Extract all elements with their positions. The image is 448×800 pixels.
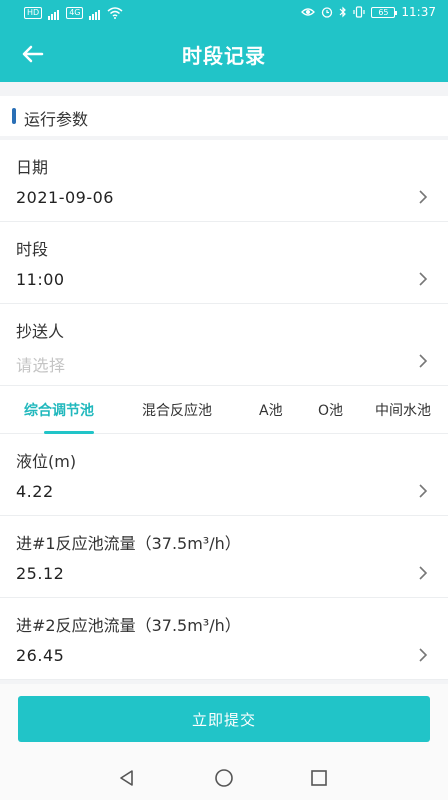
cc-placeholder: 请选择	[16, 356, 66, 375]
page-title: 时段记录	[182, 44, 266, 68]
cc-label: 抄送人	[16, 322, 65, 341]
param-label: 进#1反应池流量（37.5m³/h）	[16, 534, 241, 553]
nav-recents-icon[interactable]	[306, 766, 332, 790]
network-badge: 4G	[66, 7, 84, 19]
eye-icon	[301, 8, 316, 16]
status-left: HD 4G	[24, 6, 123, 20]
status-right: 65 11:37	[301, 5, 436, 19]
chevron-right-icon	[419, 272, 428, 286]
bluetooth-icon	[339, 6, 347, 18]
tab-a-tank[interactable]: A池	[259, 400, 283, 420]
signal-icon-2	[89, 6, 101, 20]
chevron-right-icon	[419, 566, 428, 580]
tab-bar: 综合调节池 混合反应池 A池 O池 中间水池	[0, 386, 448, 434]
app-header: HD 4G 65 11:37 时段记录	[0, 0, 448, 82]
date-label: 日期	[16, 158, 49, 177]
period-value: 11:00	[16, 270, 65, 289]
chevron-right-icon	[419, 190, 428, 204]
status-bar: HD 4G 65 11:37	[0, 0, 448, 26]
status-time: 11:37	[401, 5, 436, 19]
tab-mixing-tank[interactable]: 混合反应池	[142, 400, 212, 420]
section-marker	[12, 108, 16, 124]
param-row[interactable]: 液位(m) 4.22	[0, 434, 448, 516]
period-label: 时段	[16, 240, 49, 259]
param-value: 25.12	[16, 564, 65, 583]
param-row[interactable]: 进#2反应池流量（37.5m³/h） 26.45	[0, 598, 448, 680]
period-row[interactable]: 时段 11:00	[0, 222, 448, 304]
tab-comprehensive-tank[interactable]: 综合调节池	[24, 400, 94, 420]
param-row[interactable]: 进#1反应池流量（37.5m³/h） 25.12	[0, 516, 448, 598]
date-value: 2021-09-06	[16, 188, 114, 207]
param-label: 液位(m)	[16, 452, 77, 471]
nav-home-icon[interactable]	[211, 766, 237, 790]
date-row[interactable]: 日期 2021-09-06	[0, 140, 448, 222]
footer: 立即提交	[0, 684, 448, 800]
battery-icon: 65	[371, 6, 398, 18]
param-value: 26.45	[16, 646, 65, 665]
alarm-icon	[322, 7, 333, 18]
cc-row[interactable]: 抄送人 请选择	[0, 304, 448, 386]
chevron-right-icon	[419, 354, 428, 368]
nav-back-icon[interactable]	[114, 766, 140, 790]
system-nav-bar	[0, 760, 448, 796]
chevron-right-icon	[419, 484, 428, 498]
chevron-right-icon	[419, 648, 428, 662]
section-title: 运行参数	[24, 110, 89, 129]
param-label: 进#2反应池流量（37.5m³/h）	[16, 616, 241, 635]
param-value: 4.22	[16, 482, 54, 501]
tab-o-tank[interactable]: O池	[318, 400, 343, 420]
wifi-icon	[107, 7, 123, 19]
vibrate-icon	[353, 6, 366, 18]
submit-button[interactable]: 立即提交	[18, 696, 430, 742]
tab-intermediate-tank[interactable]: 中间水池	[375, 400, 431, 420]
hd-badge: HD	[24, 7, 43, 19]
signal-icon	[48, 6, 60, 20]
section-header: 运行参数	[0, 96, 448, 136]
